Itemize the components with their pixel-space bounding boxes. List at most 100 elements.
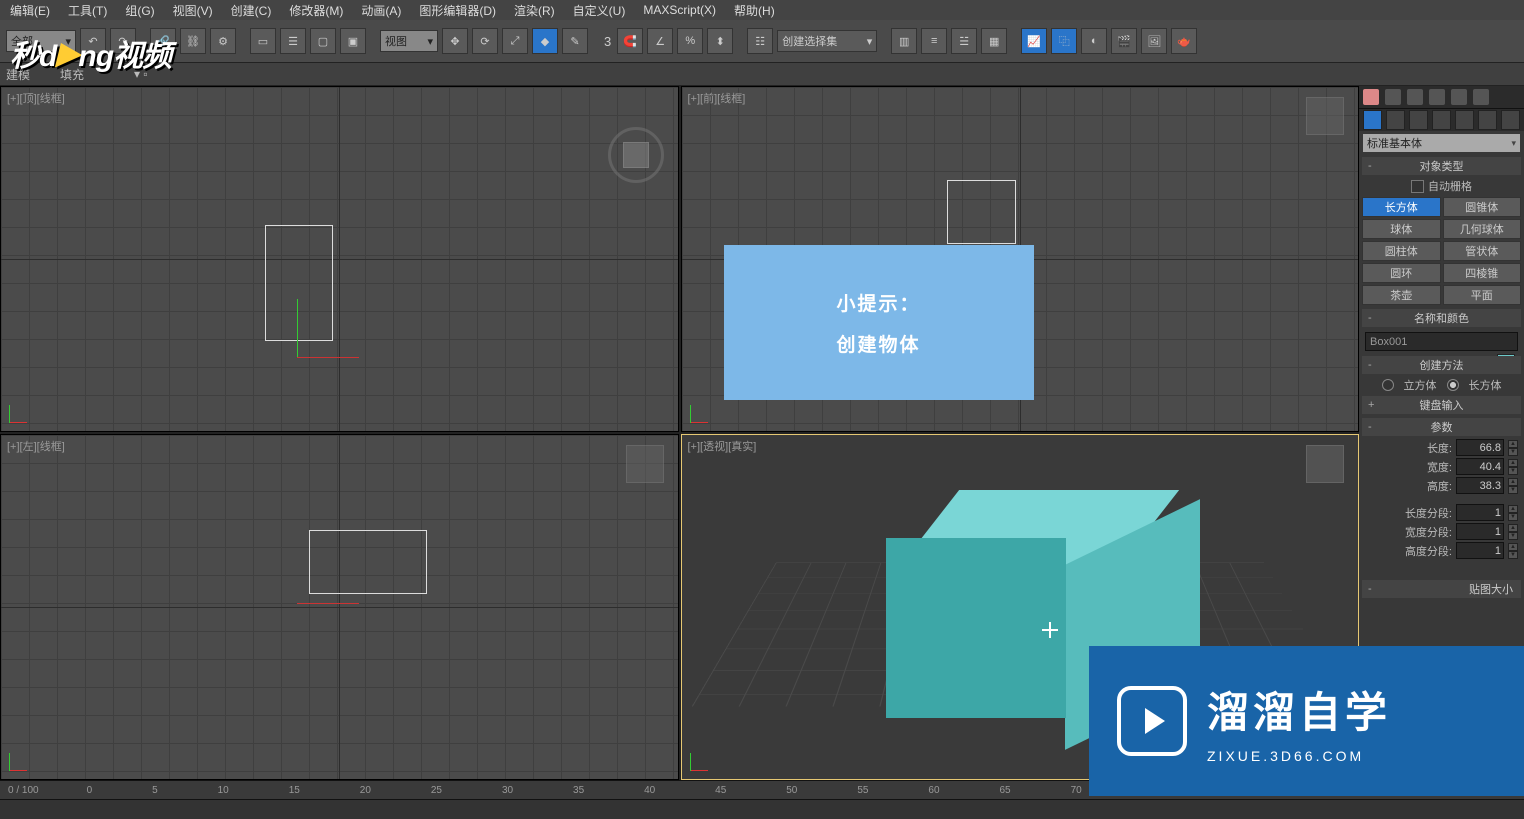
menu-item[interactable]: 编辑(E) — [10, 2, 50, 19]
width-segs-input[interactable]: 1 — [1456, 523, 1504, 540]
radio-cube[interactable] — [1382, 379, 1394, 391]
viewport-label[interactable]: [+][前][线框] — [688, 90, 746, 106]
clock-icon[interactable] — [1429, 89, 1445, 105]
spinner-arrows[interactable]: ▲▼ — [1508, 543, 1518, 558]
layers-icon[interactable]: ☱ — [951, 28, 977, 54]
undo-icon[interactable]: ↶ — [80, 28, 106, 54]
primitive-button[interactable]: 茶壶 — [1362, 285, 1441, 305]
named-sel-icon[interactable]: ☷ — [747, 28, 773, 54]
spinner-arrows[interactable]: ▲▼ — [1508, 505, 1518, 520]
menu-item[interactable]: 创建(C) — [231, 2, 272, 19]
pivot-icon[interactable]: ◆ — [532, 28, 558, 54]
lights-icon[interactable] — [1409, 110, 1428, 130]
render-frame-icon[interactable]: 🖼 — [1141, 28, 1167, 54]
subcategory-select[interactable]: 标准基本体 — [1363, 134, 1520, 152]
rotate-icon[interactable]: ⟳ — [472, 28, 498, 54]
primitive-button[interactable]: 圆锥体 — [1443, 197, 1522, 217]
hammer-icon[interactable] — [1451, 89, 1467, 105]
refcoord-select[interactable]: 视图▾ — [380, 30, 438, 52]
menu-item[interactable]: 自定义(U) — [573, 2, 626, 19]
scale-icon[interactable]: ⤢ — [502, 28, 528, 54]
monitor-icon[interactable] — [1407, 89, 1423, 105]
autogrid-checkbox[interactable] — [1411, 180, 1424, 193]
cameras-icon[interactable] — [1432, 110, 1451, 130]
viewcube[interactable] — [608, 127, 664, 183]
primitive-button[interactable]: 圆柱体 — [1362, 241, 1441, 261]
viewcube[interactable] — [1306, 97, 1344, 135]
rollout-map-size[interactable]: 贴图大小 — [1362, 580, 1521, 598]
filter-select[interactable]: 全部▾ — [6, 30, 76, 52]
rollout-creation-method[interactable]: 创建方法 — [1362, 356, 1521, 374]
unlink-icon[interactable]: ⛓ — [180, 28, 206, 54]
helpers-icon[interactable] — [1455, 110, 1474, 130]
menu-item[interactable]: MAXScript(X) — [643, 3, 716, 17]
spacewarps-icon[interactable] — [1478, 110, 1497, 130]
primitive-button[interactable]: 长方体 — [1362, 197, 1441, 217]
geometry-icon[interactable] — [1363, 110, 1382, 130]
menu-item[interactable]: 修改器(M) — [289, 2, 343, 19]
viewcube[interactable] — [1306, 445, 1344, 483]
object-wireframe[interactable] — [265, 225, 333, 341]
viewport-front[interactable]: [+][前][线框] 小提示： 创建物体 — [681, 86, 1360, 432]
material-editor-icon[interactable]: ◐ — [1081, 28, 1107, 54]
viewcube[interactable] — [626, 445, 664, 483]
height-input[interactable]: 38.3 — [1456, 477, 1504, 494]
mirror-icon[interactable]: ▥ — [891, 28, 917, 54]
length-input[interactable]: 66.8 — [1456, 439, 1504, 456]
ribbon-tab-modeling[interactable]: 建模 — [6, 66, 30, 83]
rollout-name-color[interactable]: 名称和颜色 — [1362, 309, 1521, 327]
menu-item[interactable]: 帮助(H) — [734, 2, 775, 19]
length-segs-input[interactable]: 1 — [1456, 504, 1504, 521]
select-name-icon[interactable]: ☰ — [280, 28, 306, 54]
object-wireframe[interactable] — [947, 180, 1016, 244]
rollout-keyboard-entry[interactable]: 键盘输入 — [1362, 396, 1521, 414]
render-icon[interactable]: 🫖 — [1171, 28, 1197, 54]
curve-editor-icon[interactable]: 📈 — [1021, 28, 1047, 54]
bind-icon[interactable]: ⚙ — [210, 28, 236, 54]
menu-item[interactable]: 视图(V) — [173, 2, 213, 19]
sun-icon[interactable] — [1363, 89, 1379, 105]
spinner-arrows[interactable]: ▲▼ — [1508, 459, 1518, 474]
ribbon-expand-icon[interactable]: ▾ ▫ — [134, 67, 148, 81]
menu-item[interactable]: 图形编辑器(D) — [419, 2, 496, 19]
primitive-button[interactable]: 四棱锥 — [1443, 263, 1522, 283]
spinner-arrows[interactable]: ▲▼ — [1508, 478, 1518, 493]
rollout-object-type[interactable]: 对象类型 — [1362, 157, 1521, 175]
link-icon[interactable]: 🔗 — [150, 28, 176, 54]
render-setup-icon[interactable]: 🎬 — [1111, 28, 1137, 54]
spinner-arrows[interactable]: ▲▼ — [1508, 524, 1518, 539]
schematic-icon[interactable]: ⿻ — [1051, 28, 1077, 54]
primitive-button[interactable]: 平面 — [1443, 285, 1522, 305]
primitive-button[interactable]: 几何球体 — [1443, 219, 1522, 239]
viewport-label[interactable]: [+][顶][线框] — [7, 90, 65, 106]
angle-snap-icon[interactable]: ∠ — [647, 28, 673, 54]
snap-toggle-icon[interactable]: 🧲 — [617, 28, 643, 54]
named-selection-select[interactable]: 创建选择集▾ — [777, 30, 877, 52]
systems-icon[interactable] — [1501, 110, 1520, 130]
rollout-parameters[interactable]: 参数 — [1362, 418, 1521, 436]
primitive-button[interactable]: 圆环 — [1362, 263, 1441, 283]
object-name-input[interactable]: Box001 — [1365, 332, 1518, 351]
select-region-icon[interactable]: ▢ — [310, 28, 336, 54]
radio-box[interactable] — [1447, 379, 1459, 391]
menu-item[interactable]: 渲染(R) — [514, 2, 555, 19]
width-input[interactable]: 40.4 — [1456, 458, 1504, 475]
viewport-top[interactable]: [+][顶][线框] — [0, 86, 679, 432]
menu-item[interactable]: 工具(T) — [68, 2, 107, 19]
primitive-button[interactable]: 球体 — [1362, 219, 1441, 239]
shapes-icon[interactable] — [1386, 110, 1405, 130]
window-crossing-icon[interactable]: ▣ — [340, 28, 366, 54]
spinner-snap-icon[interactable]: ⬍ — [707, 28, 733, 54]
graphite-icon[interactable]: ▦ — [981, 28, 1007, 54]
move-icon[interactable]: ✥ — [442, 28, 468, 54]
viewport-left[interactable]: [+][左][线框] — [0, 434, 679, 780]
menu-item[interactable]: 组(G) — [125, 2, 154, 19]
align-icon[interactable]: ≡ — [921, 28, 947, 54]
menu-item[interactable]: 动画(A) — [361, 2, 401, 19]
viewport-label[interactable]: [+][透视][真实] — [688, 438, 757, 454]
height-segs-input[interactable]: 1 — [1456, 542, 1504, 559]
viewport-label[interactable]: [+][左][线框] — [7, 438, 65, 454]
percent-snap-icon[interactable]: % — [677, 28, 703, 54]
wrench-icon[interactable] — [1473, 89, 1489, 105]
manip-icon[interactable]: ✎ — [562, 28, 588, 54]
